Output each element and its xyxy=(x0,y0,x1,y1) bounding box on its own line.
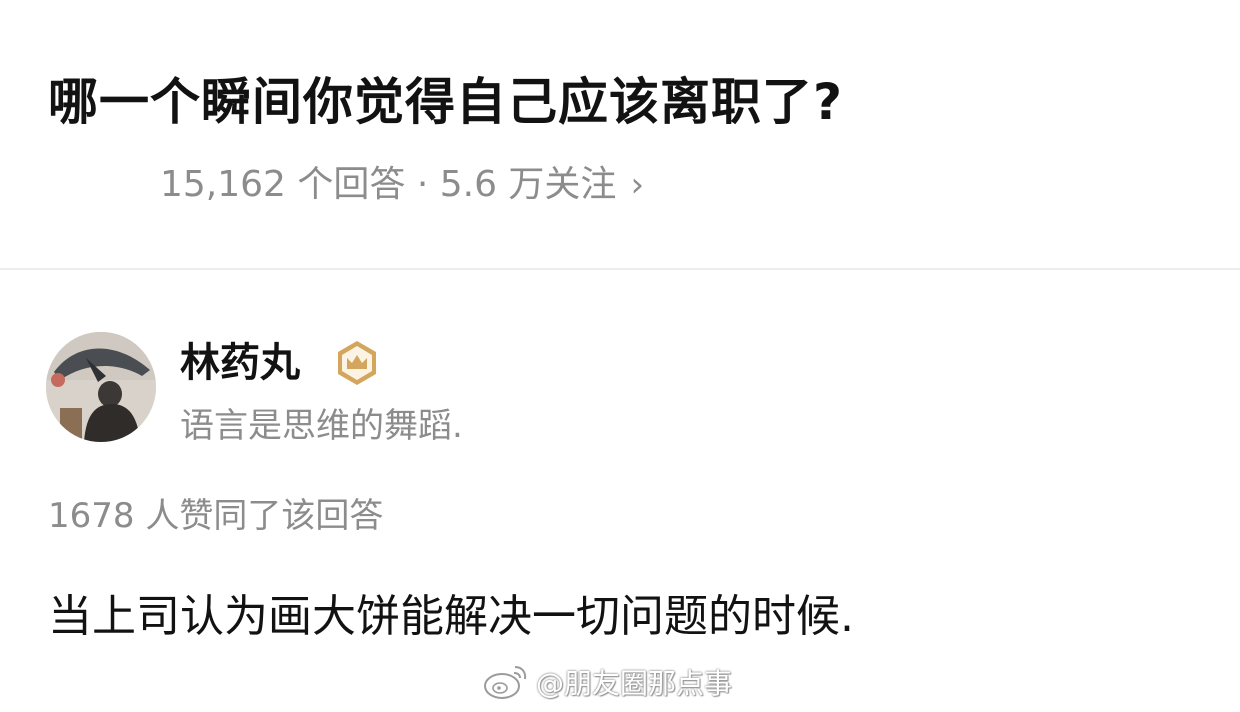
author-bio: 语言是思维的舞蹈. xyxy=(180,406,463,446)
avatar[interactable] xyxy=(46,332,156,442)
question-title[interactable]: 哪一个瞬间你觉得自己应该离职了? xyxy=(48,70,843,134)
chevron-right-icon: › xyxy=(630,165,645,205)
divider xyxy=(0,268,1240,270)
vote-count: 1678 人赞同了该回答 xyxy=(48,496,384,536)
watermark-text: @朋友圈那点事 xyxy=(536,667,733,700)
crown-badge-icon[interactable] xyxy=(332,338,382,388)
question-header: 哪一个瞬间你觉得自己应该离职了? 15,162 个回答 · 5.6 万关注 › xyxy=(0,0,1240,268)
question-meta-link[interactable]: 15,162 个回答 · 5.6 万关注 › xyxy=(160,160,644,210)
answer-content[interactable]: 当上司认为画大饼能解决一切问题的时候. xyxy=(48,586,854,648)
question-stats: 15,162 个回答 · 5.6 万关注 xyxy=(160,164,617,205)
author-name[interactable]: 林药丸 xyxy=(180,336,300,390)
watermark: @朋友圈那点事 xyxy=(482,662,732,706)
weibo-logo-icon xyxy=(482,663,528,705)
